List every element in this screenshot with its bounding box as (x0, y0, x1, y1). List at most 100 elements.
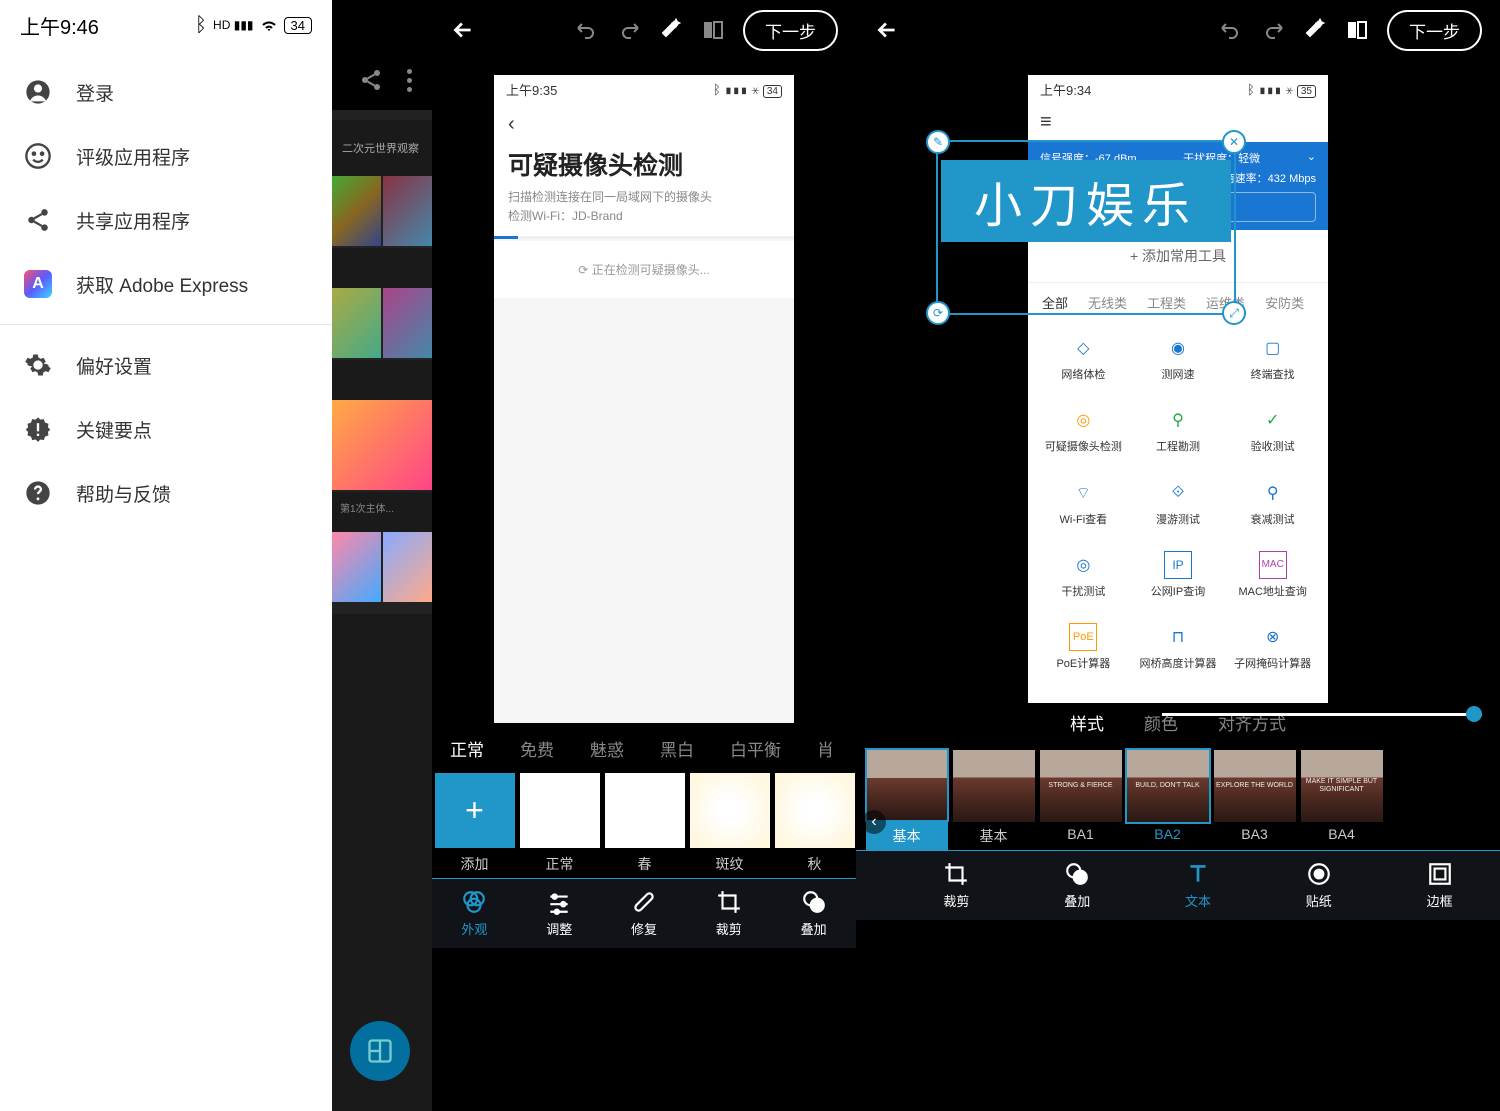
more-icon[interactable] (407, 69, 412, 92)
tool-text[interactable]: 文本 (1138, 851, 1259, 920)
style-tab-portrait[interactable]: 肖 (799, 736, 852, 761)
bottom-toolbar: 裁剪 叠加 文本 贴纸 边框 (856, 850, 1500, 920)
undo-icon[interactable] (1219, 18, 1243, 42)
undo-icon[interactable] (575, 18, 599, 42)
overlay-icon (801, 889, 827, 915)
atten-icon: ⚲ (1259, 479, 1287, 507)
crop-icon (943, 861, 969, 887)
tool-partial[interactable] (856, 851, 896, 920)
resize-handle-icon[interactable]: ⤢ (1222, 301, 1246, 325)
preset-autumn[interactable]: 秋 (772, 773, 857, 878)
next-button[interactable]: 下一步 (743, 10, 838, 51)
next-button[interactable]: 下一步 (1387, 10, 1482, 51)
share-icon (24, 206, 52, 234)
style-tab-bw[interactable]: 黑白 (642, 736, 712, 761)
tool-crop[interactable]: 裁剪 (686, 879, 771, 948)
preset-add[interactable]: +添加 (432, 773, 517, 878)
edit-handle-icon[interactable]: ✎ (926, 130, 950, 154)
wand-icon[interactable] (1303, 18, 1327, 42)
tool-overlay[interactable]: 叠加 (1017, 851, 1138, 920)
divider (0, 324, 332, 325)
rotate-handle-icon[interactable]: ⟳ (926, 301, 950, 325)
compare-icon[interactable] (701, 18, 725, 42)
crop-icon (716, 889, 742, 915)
menu-label: 帮助与反馈 (76, 480, 171, 507)
text-preset-basic[interactable]: 基本 (951, 750, 1036, 850)
menu-label: 共享应用程序 (76, 207, 190, 234)
text-overlay[interactable]: 小刀娱乐 (941, 160, 1231, 242)
text-preset-ba4[interactable]: MAKE IT SIMPLE BUT SIGNIFICANTBA4 (1299, 750, 1384, 850)
tool-heal[interactable]: 修复 (602, 879, 687, 948)
canvas[interactable]: 上午9:34 ᛒ ▮▮▮ ⚹ 35 ≡ 信号强度：-67 dBm干扰程度：轻微⌄… (856, 60, 1500, 695)
slider-thumb[interactable] (1466, 706, 1482, 722)
tool-overlay[interactable]: 叠加 (771, 879, 856, 948)
grid-cell: ◇网络体检 (1036, 334, 1131, 382)
menu-help-feedback[interactable]: 帮助与反馈 (0, 461, 332, 525)
tool-grid-row: ◎可疑摄像头检测 ⚲工程勘测 ✓验收测试 (1028, 394, 1328, 466)
menu-preferences[interactable]: 偏好设置 (0, 333, 332, 397)
wand-icon[interactable] (659, 18, 683, 42)
roam-icon: ⟐ (1164, 479, 1192, 507)
ps-time: 上午9:34 (1040, 80, 1091, 99)
menu-key-points[interactable]: 关键要点 (0, 397, 332, 461)
menu-label: 评级应用程序 (76, 143, 190, 170)
menu-label: 获取 Adobe Express (76, 271, 248, 298)
text-preset-ba1[interactable]: STRONG & FIERCEBA1 (1038, 750, 1123, 850)
check-icon: ✓ (1259, 406, 1287, 434)
tool-looks[interactable]: 外观 (432, 879, 517, 948)
fab-collage[interactable] (350, 1021, 410, 1081)
grid-cell: PoEPoE计算器 (1036, 623, 1131, 671)
user-icon (24, 78, 52, 106)
ps-loading: ⟳ 正在检测可疑摄像头... (494, 241, 794, 298)
opacity-slider[interactable] (1162, 704, 1482, 724)
grid-cell: MACMAC地址查询 (1225, 551, 1320, 599)
gauge-icon: ◉ (1164, 334, 1192, 362)
menu-rate-app[interactable]: 评级应用程序 (0, 124, 332, 188)
menu-share-app[interactable]: 共享应用程序 (0, 188, 332, 252)
style-tab-free[interactable]: 免费 (502, 736, 572, 761)
back-icon[interactable] (874, 17, 900, 43)
gear-icon (24, 351, 52, 379)
tool-crop[interactable]: 裁剪 (896, 851, 1017, 920)
alert-icon (24, 415, 52, 443)
tool-border[interactable]: 边框 (1379, 851, 1500, 920)
preset-stripe[interactable]: 斑纹 (687, 773, 772, 878)
bottom-toolbar: 外观 调整 修复 裁剪 叠加 (432, 878, 856, 948)
ps-title: 可疑摄像头检测 (494, 146, 794, 188)
close-handle-icon[interactable]: ✕ (1222, 130, 1246, 154)
compare-icon[interactable] (1345, 18, 1369, 42)
text-preset-ba2[interactable]: BUILD, DON'T TALKBA2 (1125, 750, 1210, 850)
signal-icon: HD ▮▮▮ (213, 18, 253, 32)
tool-grid-row: ◎干扰测试 IP公网IP查询 MACMAC地址查询 (1028, 539, 1328, 611)
camera-icon: ◎ (1069, 406, 1097, 434)
tool-adjust[interactable]: 调整 (517, 879, 602, 948)
menu-login[interactable]: 登录 (0, 60, 332, 124)
status-time: 上午9:46 (20, 11, 99, 40)
redo-icon[interactable] (1261, 18, 1285, 42)
menu-adobe-express[interactable]: A 获取 Adobe Express (0, 252, 332, 316)
tool-grid-row: ⌔Wi-Fi查看 ⟐漫游测试 ⚲衰减测试 (1028, 467, 1328, 539)
subnet-icon: ⊗ (1259, 623, 1287, 651)
scroll-left-icon[interactable]: ‹ (862, 810, 886, 834)
preset-spring[interactable]: 春 (602, 773, 687, 878)
help-icon (24, 479, 52, 507)
preset-normal[interactable]: 正常 (517, 773, 602, 878)
device-icon: ▢ (1259, 334, 1287, 362)
style-tab-normal[interactable]: 正常 (432, 736, 502, 761)
text-icon (1185, 861, 1211, 887)
wifi-icon: ⌔ (1069, 479, 1097, 507)
grid-cell: ⊓网桥高度计算器 (1131, 623, 1226, 671)
grid-cell: ⌔Wi-Fi查看 (1036, 479, 1131, 527)
tab-style[interactable]: 样式 (1070, 710, 1104, 735)
overlay-icon (1064, 861, 1090, 887)
grid-cell: IP公网IP查询 (1131, 551, 1226, 599)
tool-sticker[interactable]: 贴纸 (1258, 851, 1379, 920)
back-icon[interactable] (450, 17, 476, 43)
text-preset-ba3[interactable]: EXPLORE THE WORLDBA3 (1212, 750, 1297, 850)
style-tab-wb[interactable]: 白平衡 (712, 736, 799, 761)
redo-icon[interactable] (617, 18, 641, 42)
ps-status-icons: ᛒ ▮▮▮ ⚹ 35 (1247, 82, 1316, 97)
preset-basic-selected[interactable]: 基本 (864, 750, 949, 850)
style-tab-charm[interactable]: 魅惑 (572, 736, 642, 761)
share-icon[interactable] (359, 68, 383, 92)
